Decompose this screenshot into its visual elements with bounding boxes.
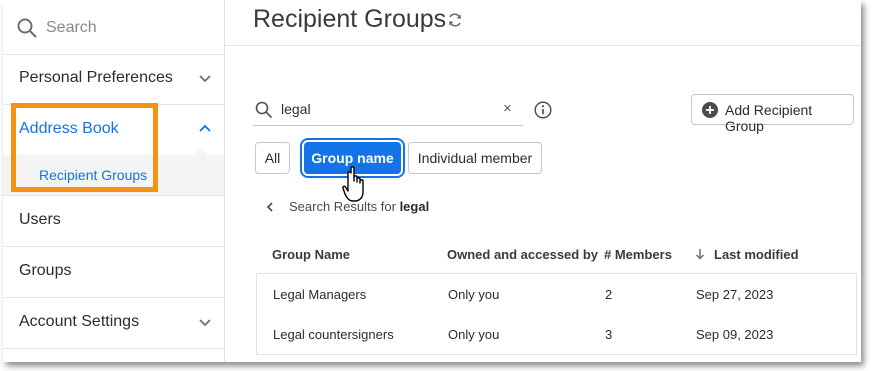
- table-row[interactable]: Legal Managers Only you 2 Sep 27, 2023: [256, 273, 857, 315]
- cell-group-name: Legal Managers: [273, 287, 367, 302]
- main-content: Recipient Groups legal × Add Recipient G…: [225, 0, 861, 362]
- sidebar-item-label: Account Settings: [19, 313, 140, 330]
- chevron-left-icon: [266, 202, 273, 212]
- info-icon[interactable]: [534, 101, 552, 119]
- chevron-up-icon: [199, 124, 211, 132]
- table-header: Group Name Owned and accessed by # Membe…: [256, 235, 857, 273]
- sidebar-item-label: Personal Preferences: [19, 69, 173, 86]
- add-recipient-group-button[interactable]: Add Recipient Group: [691, 94, 854, 134]
- highlight-box: [11, 103, 158, 192]
- clear-icon[interactable]: ×: [503, 100, 512, 117]
- app-window: Search Personal Preferences Address Book…: [3, 0, 861, 362]
- sidebar: Search Personal Preferences Address Book…: [3, 0, 225, 362]
- search-results-prefix: Search Results for: [289, 199, 396, 214]
- cell-last-modified: Sep 09, 2023: [696, 327, 774, 342]
- chevron-down-icon: [199, 319, 211, 327]
- cell-group-name: Legal countersigners: [273, 327, 394, 342]
- sidebar-item-label: Groups: [19, 262, 72, 279]
- cell-owner: Only you: [448, 327, 500, 342]
- add-recipient-group-label: Add Recipient Group: [725, 102, 813, 134]
- filter-all-button[interactable]: All: [255, 142, 290, 174]
- search-results-query: legal: [399, 199, 430, 214]
- cell-members: 2: [605, 287, 613, 302]
- column-header-owned-by[interactable]: Owned and accessed by: [447, 247, 598, 262]
- column-header-last-modified[interactable]: Last modified: [714, 247, 799, 262]
- search-icon: [17, 18, 37, 38]
- sidebar-search[interactable]: Search: [3, 0, 224, 55]
- cell-last-modified: Sep 27, 2023: [696, 287, 774, 302]
- column-header-members[interactable]: # Members: [604, 247, 672, 262]
- sort-arrow-down-icon: [695, 249, 705, 260]
- cell-members: 3: [605, 327, 613, 342]
- refresh-icon[interactable]: [447, 12, 463, 28]
- sidebar-item-users[interactable]: Users: [3, 196, 224, 247]
- chevron-down-icon: [199, 75, 211, 83]
- sidebar-item-personal-preferences[interactable]: Personal Preferences: [3, 54, 224, 105]
- cell-owner: Only you: [448, 287, 500, 302]
- filter-individual-member-button[interactable]: Individual member: [408, 142, 542, 174]
- search-input[interactable]: legal ×: [253, 94, 523, 126]
- sidebar-item-label: Users: [19, 211, 61, 228]
- add-icon: [702, 102, 718, 118]
- column-header-group-name[interactable]: Group Name: [272, 247, 350, 262]
- table-row[interactable]: Legal countersigners Only you 3 Sep 09, …: [256, 314, 857, 355]
- page-title: Recipient Groups: [253, 5, 447, 33]
- sidebar-item-groups[interactable]: Groups: [3, 247, 224, 298]
- sidebar-search-placeholder: Search: [46, 19, 97, 36]
- search-results-text: Search Results for legal: [289, 199, 429, 214]
- search-input-value: legal: [281, 101, 311, 117]
- page-header: Recipient Groups: [225, 0, 861, 46]
- sidebar-item-account-settings[interactable]: Account Settings: [3, 298, 224, 349]
- search-icon: [255, 101, 272, 118]
